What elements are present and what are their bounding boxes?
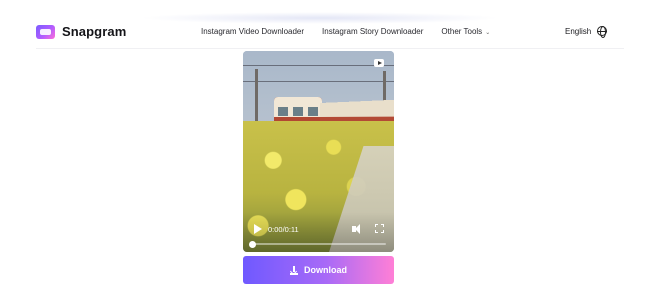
download-icon — [290, 265, 298, 275]
nav-item-other-tools[interactable]: Other Tools ⌄ — [441, 27, 490, 36]
nav-item-instagram-video-downloader[interactable]: Instagram Video Downloader — [201, 27, 304, 36]
brand-logo[interactable]: Snapgram — [36, 24, 126, 39]
header-divider — [36, 48, 624, 49]
video-seek-bar[interactable] — [251, 243, 386, 245]
play-icon[interactable] — [254, 224, 262, 234]
nav-item-other-tools-label: Other Tools — [441, 27, 483, 36]
fullscreen-icon[interactable] — [375, 224, 384, 233]
header-background-glow — [140, 12, 500, 24]
chevron-down-icon: ⌄ — [485, 30, 491, 36]
globe-icon — [597, 26, 608, 38]
nav-item-instagram-story-downloader[interactable]: Instagram Story Downloader — [322, 27, 423, 36]
video-frame-wire — [243, 65, 394, 66]
download-button[interactable]: Download — [243, 256, 394, 284]
snapgram-logo-icon — [36, 24, 55, 39]
language-label: English — [565, 26, 592, 36]
video-controls: 0:00/0:11 — [243, 212, 394, 252]
video-time: 0:00/0:11 — [268, 225, 299, 234]
video-frame-wire — [243, 81, 394, 82]
main-nav: Instagram Video Downloader Instagram Sto… — [201, 27, 508, 36]
video-player[interactable]: 0:00/0:11 — [243, 51, 394, 252]
download-label: Download — [304, 265, 347, 275]
brand-name: Snapgram — [62, 24, 127, 39]
play-badge-icon — [374, 59, 384, 67]
language-selector[interactable]: English — [565, 26, 608, 38]
video-seek-handle[interactable] — [249, 241, 256, 248]
volume-muted-icon[interactable] — [352, 224, 364, 234]
